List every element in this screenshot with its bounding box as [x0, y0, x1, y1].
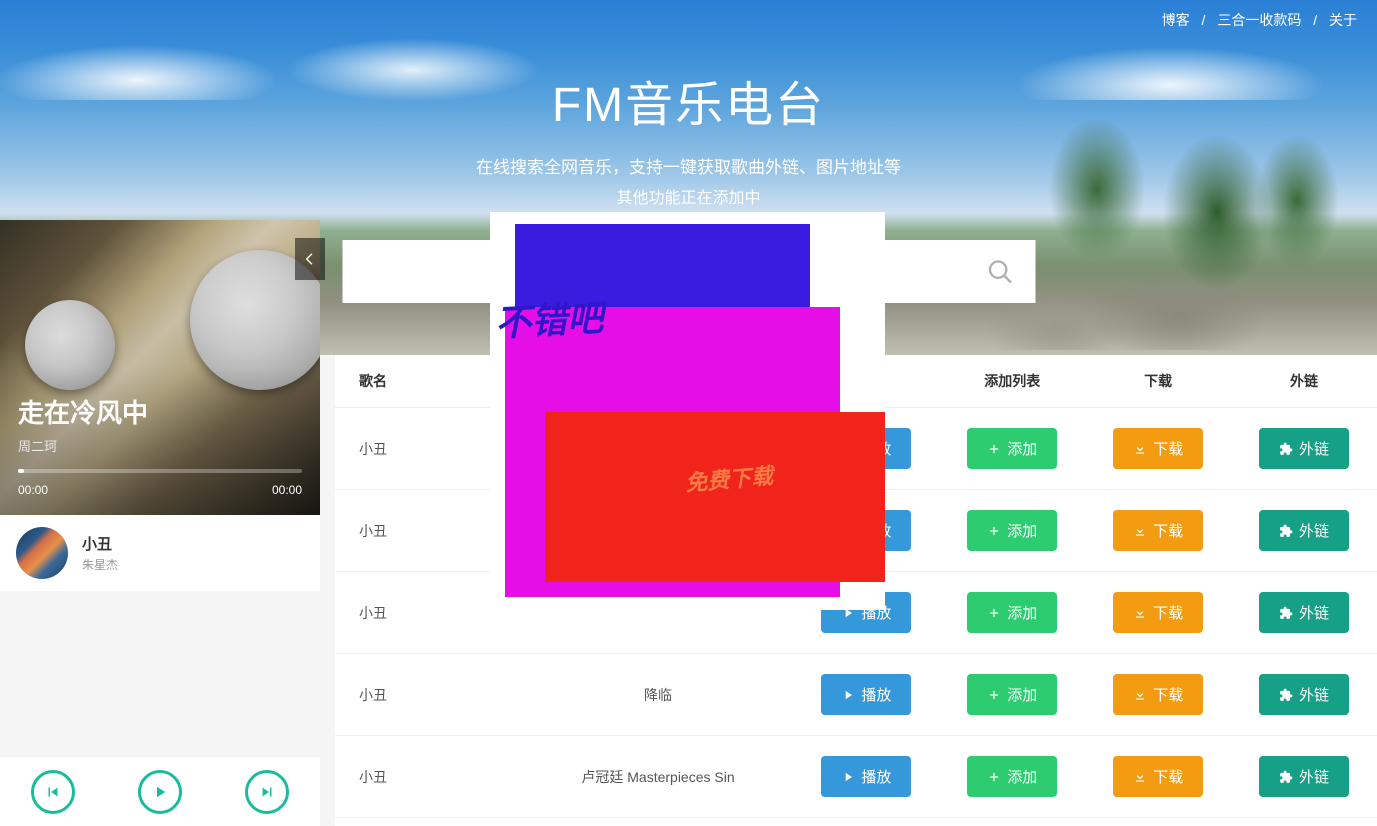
now-playing-overlay: 走在冷风中 周二珂 00:00 00:00	[0, 220, 320, 515]
plus-icon	[987, 442, 1001, 456]
time-elapsed: 00:00	[18, 483, 48, 497]
table-row: 小丑小丑播放添加下载外链	[335, 818, 1377, 826]
skip-next-icon	[258, 783, 276, 801]
add-track-button[interactable]: 添加	[967, 756, 1057, 797]
add-track-button[interactable]: 添加	[967, 428, 1057, 469]
play-icon	[841, 688, 855, 702]
now-playing-art: 走在冷风中 周二珂 00:00 00:00	[0, 220, 320, 515]
top-nav: 博客 / 三合一收款码 / 关于	[1162, 10, 1357, 30]
table-row: 小丑降临播放 添加 下载 外链	[335, 654, 1377, 736]
chevron-left-icon	[302, 251, 318, 267]
puzzle-icon	[1279, 606, 1293, 620]
player-collapse-button[interactable]	[295, 238, 325, 280]
cell-song: 小丑	[335, 736, 523, 818]
external-link-button[interactable]: 外链	[1259, 592, 1349, 633]
external-link-button[interactable]: 外链	[1259, 674, 1349, 715]
external-link-button[interactable]: 外链	[1259, 428, 1349, 469]
plus-icon	[987, 688, 1001, 702]
overlay-red-block	[545, 412, 885, 582]
nav-link-blog[interactable]: 博客	[1162, 12, 1190, 28]
external-link-button[interactable]: 外链	[1259, 756, 1349, 797]
popup-overlay[interactable]: 不错吧 免费下载	[490, 212, 885, 610]
col-link: 外链	[1231, 355, 1377, 408]
player-panel: 走在冷风中 周二珂 00:00 00:00 小丑 朱星杰	[0, 220, 320, 591]
nav-link-payment[interactable]: 三合一收款码	[1217, 12, 1301, 28]
cell-song: 小丑	[335, 654, 523, 736]
search-icon	[986, 258, 1014, 286]
next-button[interactable]	[245, 770, 289, 814]
page-subtitle-2: 其他功能正在添加中	[0, 184, 1377, 208]
progress-bar[interactable]	[18, 469, 302, 473]
queue-item-art	[16, 527, 68, 579]
external-link-button[interactable]: 外链	[1259, 510, 1349, 551]
play-track-button[interactable]: 播放	[821, 674, 911, 715]
now-playing-title: 走在冷风中	[18, 393, 302, 430]
time-row: 00:00 00:00	[18, 483, 302, 497]
download-track-button[interactable]: 下载	[1113, 428, 1203, 469]
progress-fill	[18, 469, 24, 473]
add-track-button[interactable]: 添加	[967, 674, 1057, 715]
queue-item-title: 小丑	[82, 533, 304, 554]
cell-album: 小丑	[523, 818, 794, 826]
queue-item-artist: 朱星杰	[82, 556, 304, 573]
nav-separator: /	[1313, 12, 1317, 28]
col-download: 下载	[1085, 355, 1231, 408]
nav-link-about[interactable]: 关于	[1329, 12, 1357, 28]
prev-button[interactable]	[31, 770, 75, 814]
download-track-button[interactable]: 下载	[1113, 756, 1203, 797]
play-icon	[151, 783, 169, 801]
play-queue[interactable]: 小丑 朱星杰	[0, 515, 320, 591]
nav-separator: /	[1202, 12, 1206, 28]
page-subtitle: 在线搜索全网音乐，支持一键获取歌曲外链、图片地址等	[0, 153, 1377, 178]
now-playing-artist: 周二珂	[18, 436, 302, 455]
table-row: 小丑卢冠廷 Masterpieces Sin 播放 添加 下载 外链	[335, 736, 1377, 818]
puzzle-icon	[1279, 688, 1293, 702]
play-button[interactable]	[138, 770, 182, 814]
download-icon	[1133, 770, 1147, 784]
cell-album: 卢冠廷 Masterpieces Sin	[523, 736, 794, 818]
plus-icon	[987, 524, 1001, 538]
add-track-button[interactable]: 添加	[967, 510, 1057, 551]
download-icon	[1133, 442, 1147, 456]
puzzle-icon	[1279, 442, 1293, 456]
time-duration: 00:00	[272, 483, 302, 497]
queue-item[interactable]: 小丑 朱星杰	[0, 515, 320, 591]
add-track-button[interactable]: 添加	[967, 592, 1057, 633]
download-icon	[1133, 524, 1147, 538]
cell-album: 降临	[523, 654, 794, 736]
play-icon	[841, 770, 855, 784]
skip-previous-icon	[44, 783, 62, 801]
search-button[interactable]	[965, 240, 1035, 303]
plus-icon	[987, 606, 1001, 620]
puzzle-icon	[1279, 770, 1293, 784]
player-controls	[0, 756, 320, 826]
cell-song: 小丑	[335, 818, 523, 826]
plus-icon	[987, 770, 1001, 784]
play-track-button[interactable]: 播放	[821, 756, 911, 797]
download-icon	[1133, 606, 1147, 620]
download-track-button[interactable]: 下载	[1113, 674, 1203, 715]
download-track-button[interactable]: 下载	[1113, 510, 1203, 551]
overlay-text-1: 不错吧	[494, 289, 605, 347]
col-add: 添加列表	[939, 355, 1085, 408]
download-track-button[interactable]: 下载	[1113, 592, 1203, 633]
puzzle-icon	[1279, 524, 1293, 538]
download-icon	[1133, 688, 1147, 702]
